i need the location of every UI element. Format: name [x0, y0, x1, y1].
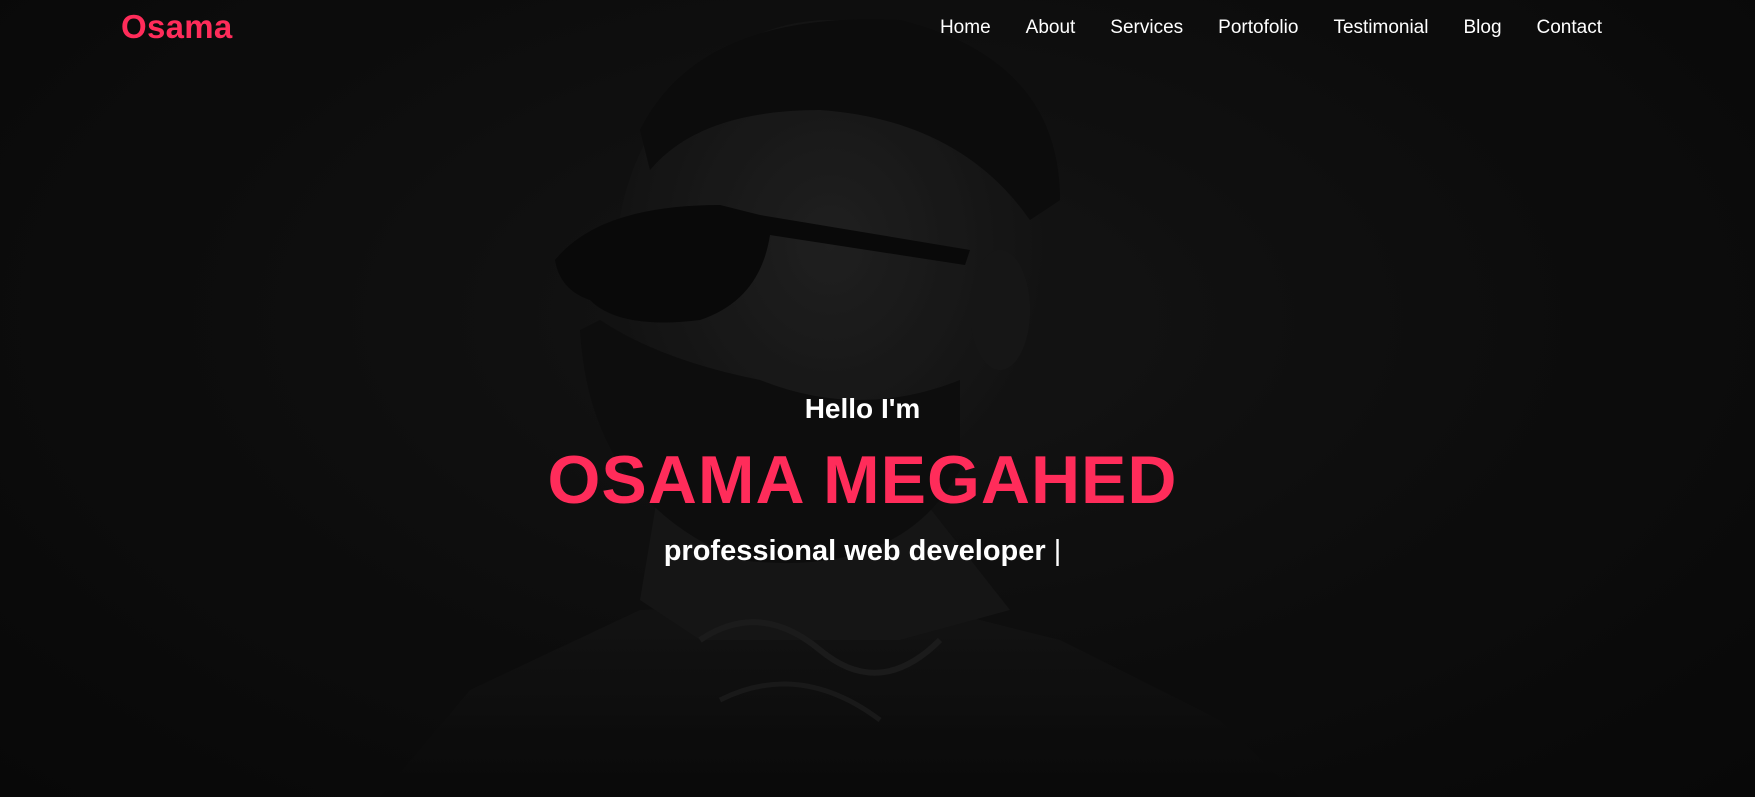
nav-item-testimonial: Testimonial	[1333, 17, 1428, 39]
nav-item-about: About	[1026, 17, 1076, 39]
nav-link-portfolio[interactable]: Portofolio	[1218, 17, 1298, 38]
nav-item-portfolio: Portofolio	[1218, 17, 1298, 39]
hero-name: OSAMA MEGAHED	[547, 442, 1178, 518]
nav-link-about[interactable]: About	[1026, 17, 1076, 38]
nav-item-contact: Contact	[1537, 17, 1602, 39]
hero-content: Hello I'm OSAMA MEGAHED professional web…	[0, 388, 1725, 572]
hero-tagline-line: professional web developer |	[0, 530, 1725, 572]
site-logo[interactable]: Osama	[121, 8, 233, 46]
hero-tagline: professional web developer	[663, 535, 1046, 567]
nav-link-services[interactable]: Services	[1110, 17, 1183, 38]
nav-link-testimonial[interactable]: Testimonial	[1333, 17, 1428, 38]
typing-cursor: |	[1053, 535, 1062, 567]
nav-link-blog[interactable]: Blog	[1463, 17, 1501, 38]
hero-section: Osama Home About Services Portofolio Tes…	[0, 0, 1755, 797]
top-navbar: Osama Home About Services Portofolio Tes…	[0, 0, 1755, 60]
nav-link-contact[interactable]: Contact	[1537, 17, 1602, 38]
nav-item-home: Home	[940, 17, 991, 39]
nav-link-home[interactable]: Home	[940, 17, 991, 38]
hero-greeting: Hello I'm	[804, 393, 921, 424]
nav-item-services: Services	[1110, 17, 1183, 39]
nav-menu: Home About Services Portofolio Testimoni…	[940, 17, 1602, 39]
nav-item-blog: Blog	[1463, 17, 1501, 39]
